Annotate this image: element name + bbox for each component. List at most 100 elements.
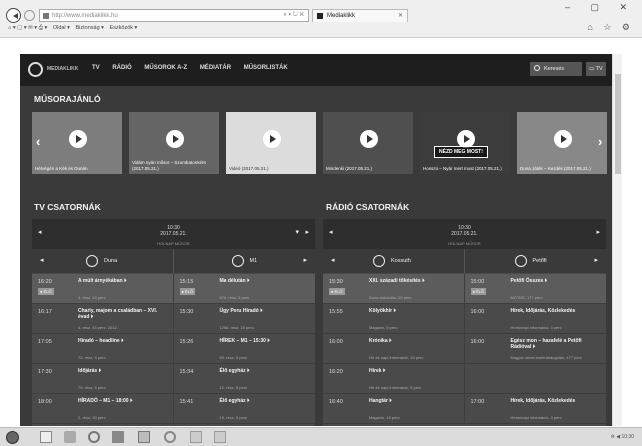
program-cell[interactable]: 16:17 Charly, majom a családban – XVI. év…: [32, 304, 174, 334]
program-cell[interactable]: 15:55 Kölyökhír ⏵ Magazin, 5 perc: [323, 304, 465, 334]
address-bar[interactable]: http://www.mediaklikk.hu ⌕ ▾ ↻ ✕: [39, 9, 309, 22]
program-title[interactable]: XXI. századi tőkésítés ⏵: [369, 278, 460, 284]
program-title[interactable]: Krónika ⏵: [369, 338, 460, 344]
recommendation-card[interactable]: Hétvégén a Kék és Dunán: [32, 112, 122, 174]
taskbar-browser-icon[interactable]: [164, 431, 176, 443]
program-cell[interactable]: 16:00 Krónika ⏵ Hír és napi információ, 15…: [323, 334, 465, 364]
program-cell[interactable]: 15:41 Élő egyház ⏵ 19. rész, 5 perc: [174, 394, 316, 424]
program-title[interactable]: Híradó – headline ⏵: [78, 338, 169, 344]
taskbar-window-icon[interactable]: [190, 431, 202, 443]
program-title[interactable]: Charly, majom a családban – XVI. évad ⏵: [78, 308, 169, 320]
radio-next-day-icon[interactable]: ▸: [596, 228, 600, 236]
watch-now-button[interactable]: NÉZD MEG MOST!: [434, 146, 488, 158]
program-cell[interactable]: 16:00 Egész mon – hazafelé a Petőfi Rádió…: [465, 334, 607, 364]
scrollbar-thumb[interactable]: [615, 74, 621, 174]
play-icon[interactable]: [554, 130, 572, 148]
radio-channel-next-icon[interactable]: ▸: [594, 256, 598, 264]
taskbar-window2-icon[interactable]: [214, 431, 226, 443]
program-title[interactable]: HÍREK – M1 – 15:30 ⏵: [220, 338, 312, 344]
channel-petofi[interactable]: Petőfi: [465, 249, 607, 273]
back-button[interactable]: [6, 8, 21, 23]
taskbar-explorer-icon[interactable]: [40, 431, 52, 443]
program-cell[interactable]: [465, 364, 607, 394]
program-cell[interactable]: 18:00 HÍRADÓ – M1 – 18:00 ⏵ 2. rész, 30 pe…: [32, 394, 174, 424]
program-title[interactable]: Élő egyház ⏵: [220, 398, 312, 404]
site-logo-text[interactable]: MEDIAKLIKK: [47, 66, 78, 72]
program-title[interactable]: Kölyökhír ⏵: [369, 308, 460, 314]
channel-name-m1: M1: [249, 258, 258, 264]
program-title[interactable]: Ma délután ⏵: [220, 278, 312, 284]
program-title[interactable]: Élő egyház ⏵: [220, 368, 312, 374]
recommendation-card[interactable]: Duna Játék – Kezdés (2017.05.21.): [517, 112, 607, 174]
recommendation-card[interactable]: Videó (2017.05.21.): [226, 112, 316, 174]
program-cell[interactable]: 15:26 HÍREK – M1 – 15:30 ⏵ 60. rész, 5 per…: [174, 334, 316, 364]
program-title[interactable]: Hírek, Időjárás, Közlekedés: [511, 308, 603, 314]
play-icon[interactable]: [263, 130, 281, 148]
program-title[interactable]: Hírek ⏵: [369, 368, 460, 374]
carousel-next-icon[interactable]: ›: [598, 134, 602, 149]
tab-mediaklikk[interactable]: Mediaklikk ✕: [312, 9, 408, 22]
program-cell[interactable]: 15:30 Ügy Peru Híradó ⏵ 1266. rész, 15 per…: [174, 304, 316, 334]
nav-media-archive[interactable]: MÉDIATÁR: [200, 65, 231, 71]
nav-program-guide[interactable]: MŰSORLISTÁK: [244, 65, 288, 71]
program-cell[interactable]: 16:40 Hangtár ⏵ Magazin, 15 perc: [323, 394, 465, 424]
toolbar-item-tools[interactable]: Eszközök ▾: [109, 25, 137, 31]
channel-m1[interactable]: M1: [174, 249, 316, 273]
radio-now-label[interactable]: HOLNAP MŰSOR: [323, 241, 606, 246]
mediaklikk-logo-icon[interactable]: [28, 62, 43, 77]
program-title[interactable]: Hírek, Időjárás, Közlekedés: [511, 398, 603, 404]
program-title[interactable]: Petőfi Összes ⏵: [511, 278, 603, 284]
program-cell[interactable]: 16:00 Hírek, Időjárás, Közlekedés Hírek/na…: [465, 304, 607, 334]
nav-radio[interactable]: RÁDIÓ: [112, 65, 131, 71]
page-scrollbar[interactable]: [612, 54, 622, 426]
program-cell[interactable]: 17:05 Híradó – headline ⏵ 72. rész, 3 perc: [32, 334, 174, 364]
system-tray[interactable]: ⟰ ◀ 10:30: [611, 434, 634, 440]
program-cell[interactable]: 16:20 Hírek ⏵ Hír és napi információ, 5 pe…: [323, 364, 465, 394]
start-button[interactable]: [6, 431, 19, 444]
program-cell[interactable]: 15:00 ● ÉLŐ Petőfi Összes ⏵ MÓTKÉ, 177 perc: [465, 274, 607, 304]
program-title[interactable]: A múlt árnyékában ⏵: [78, 278, 169, 284]
program-time: 18:00: [38, 399, 52, 405]
program-title[interactable]: HÍRADÓ – M1 – 18:00 ⏵: [78, 398, 169, 404]
program-cell[interactable]: 17:00 Hírek, Időjárás, Közlekedés Hírek/na…: [465, 394, 607, 424]
window-controls[interactable]: – ▢ ✕: [565, 2, 636, 13]
program-title[interactable]: Hangtár ⏵: [369, 398, 460, 404]
live-tv-button[interactable]: ▭ TV: [586, 62, 606, 76]
program-title[interactable]: Ügy Peru Híradó ⏵: [220, 308, 312, 314]
forward-button[interactable]: [24, 10, 35, 21]
program-cell[interactable]: 17:30 Időjárás ⏵ 70. rész, 5 perc: [32, 364, 174, 394]
tv-channel-next-icon[interactable]: ▸: [303, 256, 307, 264]
toolbar-icons[interactable]: ⌂ ▾ ▢ ▾ ✉ ▾ ⎙ ▾: [8, 25, 47, 31]
play-icon[interactable]: [166, 130, 184, 148]
program-cell[interactable]: 15:30 ● ÉLŐ XXI. századi tőkésítés ⏵ Duna t…: [323, 274, 465, 304]
taskbar-media-icon[interactable]: [88, 431, 100, 443]
program-title[interactable]: Egész mon – hazafelé a Petőfi Rádióval ⏵: [511, 338, 603, 350]
nav-shows-a-z[interactable]: MŰSOROK A-Z: [144, 65, 187, 71]
nav-tv[interactable]: TV: [92, 65, 100, 71]
program-title[interactable]: Időjárás ⏵: [78, 368, 169, 374]
program-cell[interactable]: 16:20 ● ÉLŐ A múlt árnyékában ⏵ 4. rész, 45…: [32, 274, 174, 304]
program-cell[interactable]: 15:15 ● ÉLŐ Ma délután ⏵ 876. rész, 5 perc: [174, 274, 316, 304]
carousel-prev-icon[interactable]: ‹: [36, 134, 40, 149]
refresh-icon[interactable]: ⌕ ▾ ↻ ✕: [283, 12, 304, 19]
toolbar-item-page[interactable]: Oldal ▾: [53, 25, 70, 31]
play-icon[interactable]: [360, 130, 378, 148]
search-button[interactable]: Keresés: [530, 62, 582, 76]
taskbar-folder-icon[interactable]: [64, 431, 76, 443]
home-star-gear-icons[interactable]: ⌂ ☆ ⚙: [587, 22, 634, 33]
channel-duna[interactable]: Duna: [32, 249, 174, 273]
tv-expand-icon[interactable]: ▾: [295, 228, 299, 236]
play-icon[interactable]: [69, 130, 87, 148]
toolbar-item-safety[interactable]: Biztonság ▾: [75, 25, 103, 31]
taskbar-app-icon[interactable]: [112, 431, 124, 443]
recommendation-card[interactable]: Vidám nyári műsor – Szombatonként (2017.…: [129, 112, 219, 174]
taskbar-ie-icon[interactable]: [138, 431, 150, 443]
program-cell[interactable]: 15:34 Élő egyház ⏵ 12. rész, 5 perc: [174, 364, 316, 394]
program-time: 17:00: [470, 399, 485, 405]
recommendation-card[interactable]: Mindenki (2017.05.21.): [323, 112, 413, 174]
channel-kossuth[interactable]: Kossuth: [323, 249, 465, 273]
recommendation-card[interactable]: NÉZD MEG MOST! Hosszú – Nyár mert most (2…: [420, 112, 510, 174]
tv-now-label[interactable]: HOLNAP MŰSOR: [32, 241, 315, 246]
tab-close-icon[interactable]: ✕: [398, 12, 403, 19]
tv-next-day-icon[interactable]: ▸: [305, 228, 309, 236]
